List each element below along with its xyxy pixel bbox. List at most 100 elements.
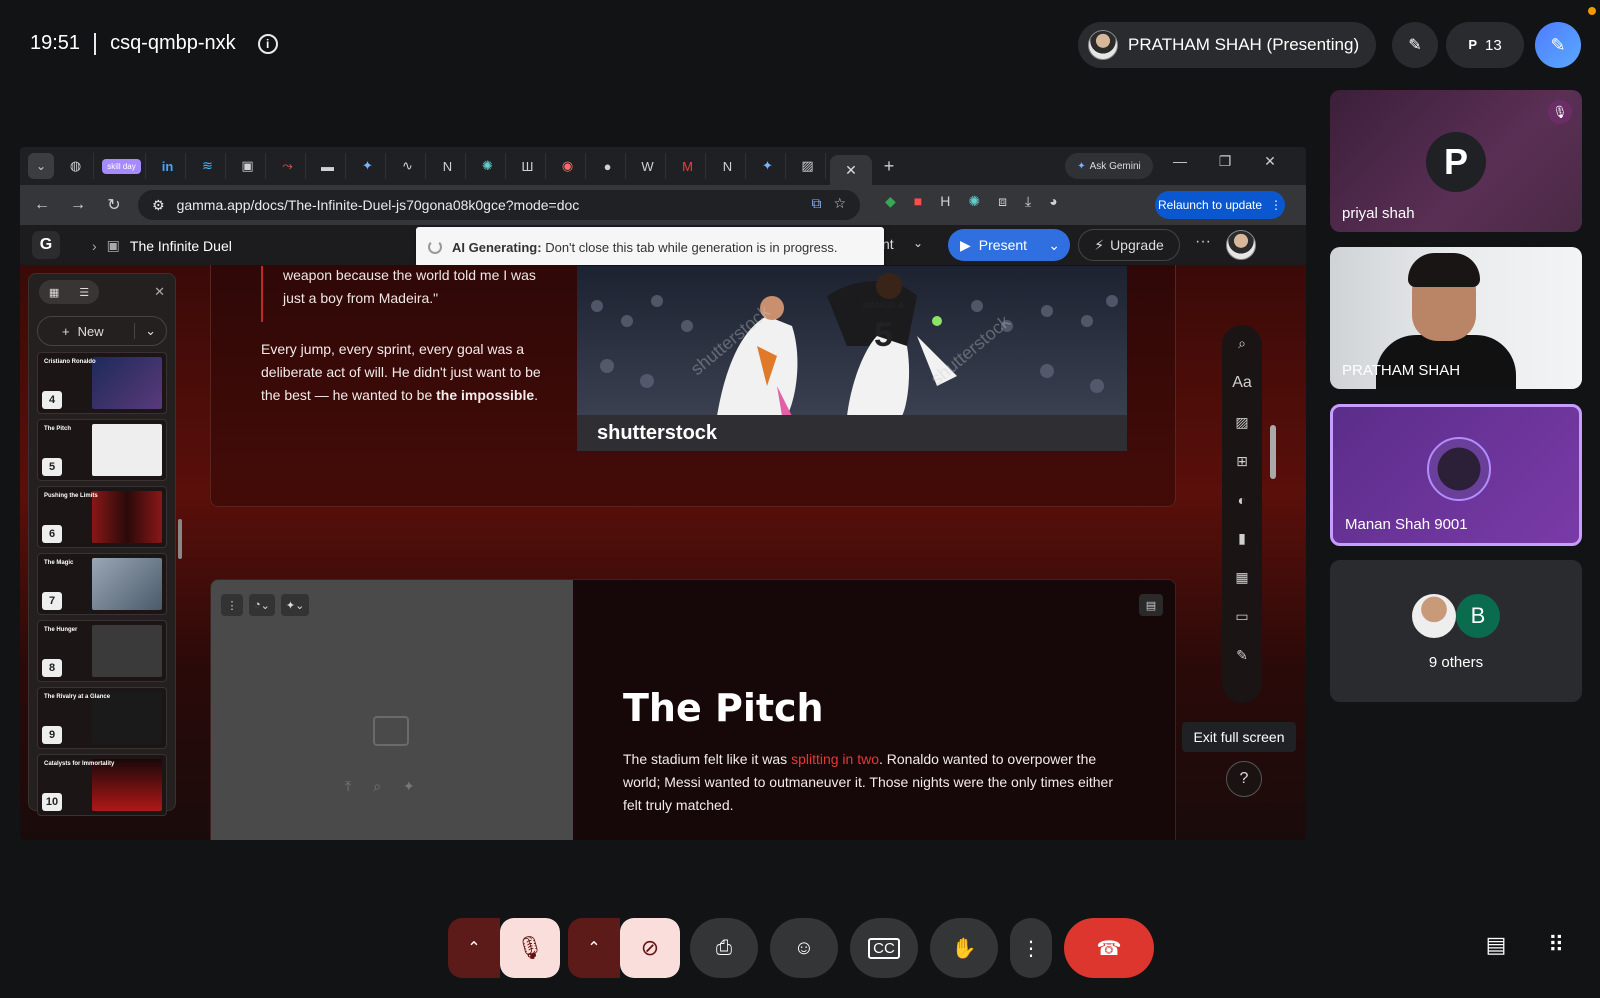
restore-button[interactable]: ❐	[1210, 153, 1240, 170]
thumbnail-scrollbar[interactable]	[178, 519, 182, 559]
tab-16[interactable]: ✦	[750, 153, 786, 179]
tab-3[interactable]: ▣	[230, 153, 266, 179]
image-icon[interactable]: ▨	[1235, 414, 1248, 431]
profile-avatar-icon[interactable]: ◕	[1049, 193, 1057, 210]
help-button[interactable]: ?	[1226, 761, 1262, 797]
bookmark-star-icon[interactable]: ☆	[833, 195, 846, 212]
back-icon[interactable]: ←	[30, 196, 54, 214]
tab-10[interactable]: Ш	[510, 153, 546, 179]
tab-14[interactable]: M	[670, 153, 706, 179]
reload-icon[interactable]: ↻	[102, 195, 126, 215]
extension-openai-icon[interactable]: ✺	[968, 193, 980, 210]
card-the-pitch[interactable]: ⋮ ◔ ⌄ ✦ ⌄ ⤒ ⌕ ✦ ▤ The Pitch The stadium …	[210, 579, 1176, 840]
tab-linkedin[interactable]: in	[150, 153, 186, 179]
tab-globe[interactable]: ◍	[58, 153, 94, 179]
ai-edit-dropdown[interactable]: ✦ ⌄	[280, 594, 310, 616]
football-photo[interactable]: 5 MANGALA shutterstock shutterstock shut…	[577, 266, 1127, 451]
tab-13[interactable]: W	[630, 153, 666, 179]
card-thumbnail[interactable]: Pushing the Limits 6	[37, 486, 167, 548]
audio-settings-button[interactable]: ⌃	[448, 918, 500, 978]
sparkle-icon[interactable]: ✦	[403, 778, 415, 795]
tab-group-skill-day[interactable]: skill day	[98, 153, 146, 179]
info-icon[interactable]: i	[257, 33, 278, 54]
tab-12[interactable]: ●	[590, 153, 626, 179]
doc-title[interactable]: The Infinite Duel	[130, 238, 232, 254]
relaunch-button[interactable]: Relaunch to update ⋮	[1155, 191, 1285, 219]
activities-button[interactable]: ✎	[1535, 22, 1581, 68]
user-avatar[interactable]	[1226, 230, 1256, 260]
grid-view-icon[interactable]: ▦	[49, 286, 59, 299]
chevron-down-icon[interactable]: ⌄	[913, 236, 923, 250]
chart-icon[interactable]: ▮	[1238, 530, 1246, 547]
chevron-down-icon[interactable]: ⌄	[134, 323, 156, 339]
table-icon[interactable]: ▦	[1235, 569, 1248, 586]
toggle-icon[interactable]: ◐	[1238, 492, 1246, 508]
card-thumbnail[interactable]: Cristiano Ronaldo 4	[37, 352, 167, 414]
extensions-puzzle-icon[interactable]: ⧈	[998, 193, 1007, 210]
image-placeholder-panel[interactable]: ⋮ ◔ ⌄ ✦ ⌄ ⤒ ⌕ ✦	[211, 580, 573, 840]
video-settings-button[interactable]: ⌃	[568, 918, 620, 978]
card-thumbnail[interactable]: Catalysts for Immortality 10	[37, 754, 167, 816]
participant-tile-priyal[interactable]: P 🎙 priyal shah	[1330, 90, 1582, 232]
raise-hand-button[interactable]: ✋	[930, 918, 998, 978]
palette-dropdown[interactable]: ◔ ⌄	[249, 594, 275, 616]
participant-tile-others[interactable]: B 9 others	[1330, 560, 1582, 702]
download-icon[interactable]: ⤓	[1025, 193, 1031, 210]
extension-h-icon[interactable]: H	[940, 193, 950, 210]
card-thumbnail[interactable]: The Hunger 8	[37, 620, 167, 682]
card-thumbnail[interactable]: The Magic 7	[37, 553, 167, 615]
tab-17[interactable]: ▨	[790, 153, 826, 179]
blocks-icon[interactable]: ⊞	[1236, 453, 1248, 470]
address-bar[interactable]: ⚙ gamma.app/docs/The-Infinite-Duel-js70g…	[138, 190, 860, 220]
people-button[interactable]: P 13	[1446, 22, 1524, 68]
tab-2[interactable]: ≋	[190, 153, 226, 179]
tab-6[interactable]: ✦	[350, 153, 386, 179]
tab-4[interactable]: ⤳	[270, 153, 306, 179]
card-thumbnail[interactable]: The Rivalry at a Glance 9	[37, 687, 167, 749]
tab-search-button[interactable]: ⌄	[28, 153, 54, 179]
card-cristiano[interactable]: weapon because the world told me I was j…	[210, 265, 1176, 507]
minimize-button[interactable]: —	[1165, 153, 1195, 169]
card-thumbnail[interactable]: The Pitch 5	[37, 419, 167, 481]
apps-icon[interactable]: ⠿	[1540, 932, 1572, 958]
tab-9[interactable]: ✺	[470, 153, 506, 179]
site-settings-icon[interactable]: ⚙	[152, 197, 165, 214]
tab-8[interactable]: N	[430, 153, 466, 179]
forward-icon[interactable]: →	[66, 196, 90, 214]
search-icon[interactable]: ⌕	[373, 778, 381, 795]
tab-7[interactable]: ∿	[390, 153, 426, 179]
participant-tile-manan[interactable]: Manan Shah 9001	[1330, 404, 1582, 546]
present-now-button[interactable]: ⎙	[690, 918, 758, 978]
card-layout-icon[interactable]: ▤	[1139, 594, 1163, 616]
reactions-button[interactable]: ☺	[770, 918, 838, 978]
tab-active-gamma[interactable]: ✕	[830, 155, 872, 185]
close-window-button[interactable]: ✕	[1255, 153, 1285, 170]
ask-gemini-button[interactable]: ✦ Ask Gemini	[1065, 153, 1153, 179]
upgrade-button[interactable]: ⚡ Upgrade	[1078, 229, 1180, 261]
search-icon[interactable]: ⌕	[1238, 335, 1246, 352]
extension-shield-icon[interactable]: ◆	[885, 193, 896, 210]
layout-icon[interactable]: ▭	[1235, 608, 1248, 625]
gamma-logo[interactable]: G	[32, 231, 60, 259]
extension-video-icon[interactable]: ■	[914, 193, 922, 210]
participant-tile-pratham[interactable]: PRATHAM SHAH	[1330, 247, 1582, 389]
present-button[interactable]: ▶ Present ⌄	[948, 229, 1070, 261]
drag-handle-icon[interactable]: ⋮	[221, 594, 243, 616]
chat-icon[interactable]: ▤	[1480, 932, 1512, 958]
mic-toggle-button[interactable]: 🎙	[500, 918, 560, 978]
upload-icon[interactable]: ⤒	[345, 778, 351, 795]
tab-11[interactable]: ◉	[550, 153, 586, 179]
presenter-chip[interactable]: PRATHAM SHAH (Presenting)	[1078, 22, 1376, 68]
chevron-down-icon[interactable]: ⌄	[1048, 237, 1060, 254]
camera-toggle-button[interactable]: ⊘	[620, 918, 680, 978]
close-icon[interactable]: ✕	[845, 162, 857, 179]
more-options-button[interactable]: ⋮	[1010, 918, 1052, 978]
more-vert-icon[interactable]: ⋮	[1270, 198, 1282, 212]
tab-5[interactable]: ▬	[310, 153, 346, 179]
new-tab-button[interactable]: +	[876, 156, 902, 177]
leave-call-button[interactable]: ☎	[1064, 918, 1154, 978]
view-toggle[interactable]: ▦ ☰	[39, 280, 99, 304]
edit-icon[interactable]: ✎	[1236, 647, 1248, 664]
tab-15[interactable]: N	[710, 153, 746, 179]
close-icon[interactable]: ✕	[154, 284, 165, 300]
